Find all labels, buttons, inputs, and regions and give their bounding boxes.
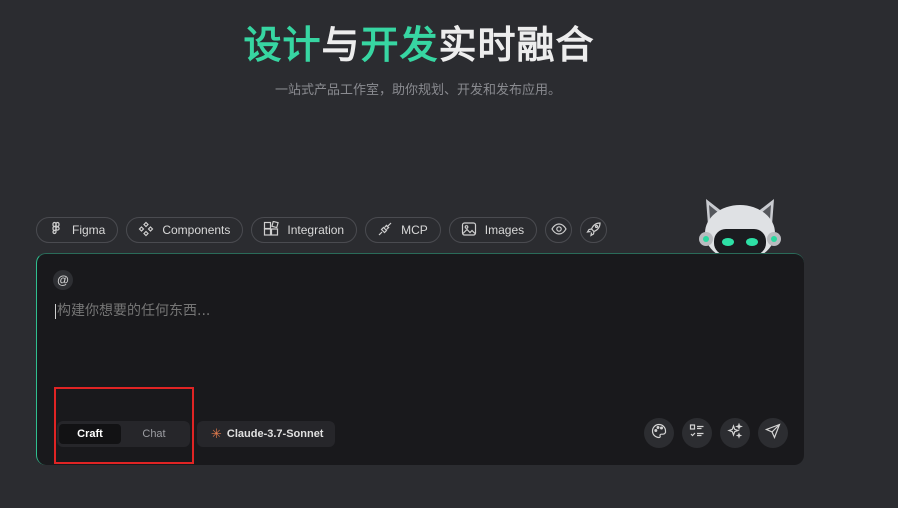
send-icon [764, 422, 781, 444]
robot-mascot [694, 195, 786, 261]
text-caret [55, 304, 56, 319]
chip-integration[interactable]: Integration [251, 217, 358, 243]
chip-figma[interactable]: Figma [36, 217, 119, 243]
model-selector[interactable]: ✳ Claude-3.7-Sonnet [197, 421, 336, 447]
context-chips: Figma Components Integration MCP Images [36, 217, 608, 243]
image-icon [461, 221, 477, 240]
chip-images-label: Images [484, 223, 525, 237]
claude-icon: ✳ [211, 426, 222, 441]
chip-figma-label: Figma [72, 223, 106, 237]
prompt-input[interactable] [55, 302, 779, 320]
hero-title-design: 设计 [243, 23, 322, 67]
mention-button[interactable]: @ [53, 270, 73, 290]
plug-icon [377, 221, 393, 240]
hero-title-develop: 开发 [360, 23, 439, 67]
chip-mcp[interactable]: MCP [365, 217, 441, 243]
enhance-button[interactable] [720, 418, 750, 448]
theme-button[interactable] [644, 418, 674, 448]
sparkles-icon [727, 422, 743, 444]
chip-components[interactable]: Components [126, 217, 244, 243]
plan-button[interactable] [682, 418, 712, 448]
palette-icon [651, 423, 667, 444]
mention-icon: @ [57, 273, 69, 287]
checklist-icon [689, 423, 705, 444]
chip-mcp-label: MCP [401, 223, 428, 237]
hero-title-realtime: 实时融合 [438, 23, 595, 67]
eye-icon [550, 221, 567, 240]
components-icon [138, 221, 154, 240]
integration-icon [263, 220, 280, 240]
preview-button[interactable] [545, 217, 573, 243]
composer-tools [644, 418, 788, 448]
hero-subtitle: 一站式产品工作室，助你规划、开发和发布应用。 [274, 83, 561, 98]
chip-integration-label: Integration [287, 223, 345, 237]
send-button[interactable] [758, 418, 788, 448]
hero-title-and: 与 [321, 23, 361, 67]
model-label: Claude-3.7-Sonnet [226, 428, 324, 440]
chip-components-label: Components [162, 223, 231, 237]
deploy-button[interactable] [580, 217, 608, 243]
hero-title: 设计与开发实时融合 [0, 14, 838, 69]
figma-icon [48, 221, 64, 240]
annotation-highlight-box [54, 387, 194, 464]
rocket-icon [585, 221, 602, 240]
chip-images[interactable]: Images [448, 217, 538, 243]
